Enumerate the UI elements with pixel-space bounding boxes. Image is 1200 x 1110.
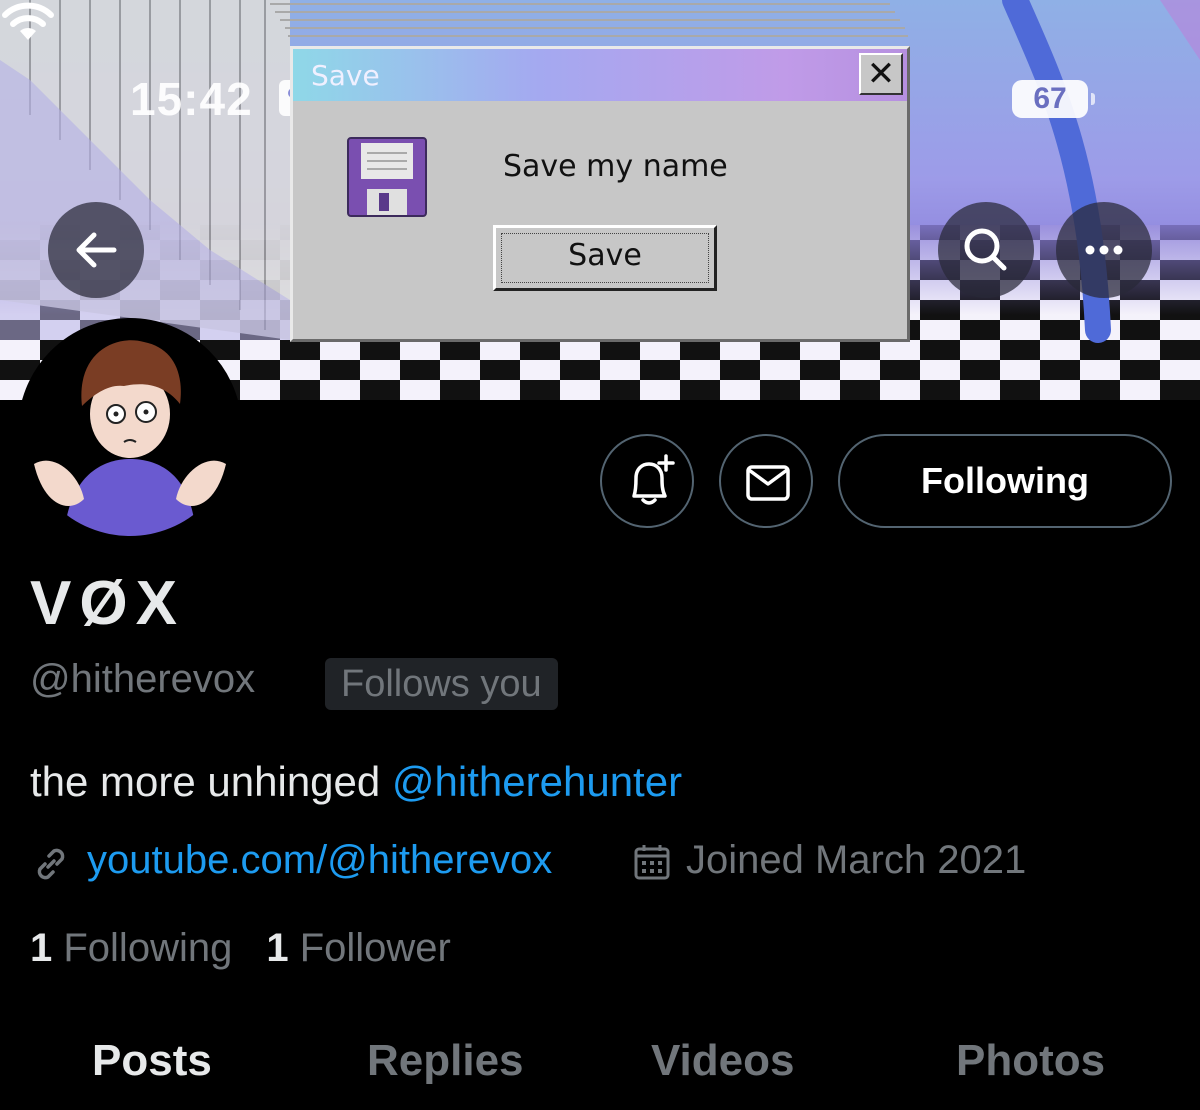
more-options-button[interactable]	[1056, 202, 1152, 298]
follows-you-badge: Follows you	[325, 658, 558, 710]
profile-tabs: Posts Replies Videos Photos	[0, 1030, 1200, 1110]
following-count: 1	[30, 926, 53, 970]
tab-videos[interactable]: Videos	[651, 1036, 794, 1086]
dialog-title: Save	[311, 59, 380, 92]
following-stat[interactable]: 1 Following	[30, 926, 232, 970]
floppy-disk-icon	[347, 137, 427, 217]
dialog-save-button: Save	[493, 225, 717, 291]
following-button[interactable]: Following	[838, 434, 1172, 528]
wifi-icon	[2, 2, 54, 40]
search-icon	[964, 228, 1007, 271]
display-name: VØX	[30, 569, 185, 638]
back-button[interactable]	[48, 202, 144, 298]
follow-stats: 1 Following 1 Follower	[30, 926, 451, 971]
more-icon	[1085, 245, 1123, 255]
user-handle: @hitherevox	[30, 657, 256, 701]
followers-count: 1	[266, 926, 289, 970]
search-button[interactable]	[938, 202, 1034, 298]
following-label: Following	[52, 926, 233, 970]
calendar-icon	[634, 845, 670, 880]
status-time: 15:42	[130, 73, 253, 125]
followers-label: Follower	[288, 926, 451, 970]
tab-photos[interactable]: Photos	[956, 1036, 1105, 1086]
bio: the more unhinged @hitherehunter	[30, 758, 682, 806]
followers-stat[interactable]: 1 Follower	[266, 926, 451, 970]
envelope-icon	[746, 465, 790, 501]
notifications-button[interactable]	[600, 434, 694, 528]
tab-replies[interactable]: Replies	[367, 1036, 524, 1086]
dialog-titlebar: Save ✕	[293, 49, 907, 101]
joined-date: Joined March 2021	[686, 838, 1027, 882]
tab-posts[interactable]: Posts	[92, 1036, 212, 1086]
battery-indicator: 67	[1012, 80, 1095, 118]
message-button[interactable]	[719, 434, 813, 528]
bio-text: the more unhinged	[30, 758, 392, 805]
back-arrow-icon	[76, 232, 117, 268]
bell-plus-icon	[632, 454, 675, 505]
dialog-message: Save my name	[503, 149, 728, 184]
link-icon	[37, 848, 65, 880]
dialog-close-icon: ✕	[859, 53, 903, 95]
save-dialog: Save ✕ Save my name Save	[290, 46, 910, 342]
avatar-illustration	[24, 324, 236, 536]
bio-mention-link[interactable]: @hitherehunter	[392, 758, 682, 805]
avatar[interactable]	[18, 318, 242, 542]
website-link[interactable]: youtube.com/@hitherevox	[87, 838, 552, 883]
